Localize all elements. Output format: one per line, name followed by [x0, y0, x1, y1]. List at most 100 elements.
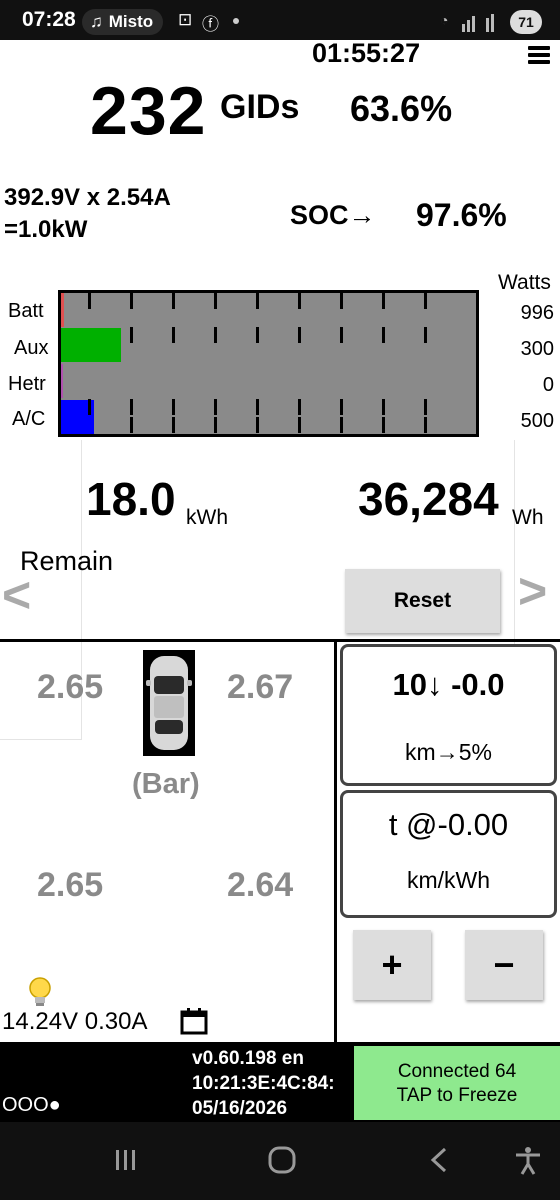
chevron-right-icon[interactable]: > — [518, 562, 547, 620]
chart-tick — [298, 293, 301, 309]
chevron-left-icon[interactable]: < — [2, 566, 31, 624]
remain-kwh-value: 18.0 — [86, 473, 176, 525]
chart-tick — [298, 327, 301, 343]
menu-icon[interactable] — [528, 46, 550, 64]
soc-label: SOC→ — [290, 200, 376, 230]
tire-rear-right: 2.64 — [227, 866, 294, 904]
facebook-icon: ⓕ — [202, 15, 219, 34]
total-wh-value: 36,284 — [358, 473, 499, 525]
date-label: 05/16/2026 — [192, 1098, 288, 1119]
watts-hetr: 0 — [542, 374, 554, 396]
plus-button[interactable]: + — [353, 930, 431, 1000]
media-pill[interactable]: ♫ Misto — [82, 9, 164, 35]
light-bulb-icon — [28, 976, 52, 1010]
load-bar-chart — [58, 290, 479, 437]
chart-tick — [256, 417, 259, 433]
range-value: 10↓ -0.0 — [392, 667, 505, 702]
chart-tick — [382, 417, 385, 433]
back-icon[interactable] — [428, 1146, 450, 1174]
chart-tick — [130, 293, 133, 309]
efficiency-unit: km/kWh — [406, 867, 491, 893]
chart-tick — [214, 293, 217, 309]
chart-tick — [340, 417, 343, 433]
chart-tick — [172, 327, 175, 343]
total-wh-unit: Wh — [512, 506, 544, 529]
reset-button[interactable]: Reset — [345, 569, 500, 633]
efficiency-panel[interactable]: t @-0.00 km/kWh — [340, 790, 557, 918]
chart-tick — [130, 399, 133, 415]
row-label-batt: Batt — [8, 300, 44, 322]
chart-tick — [424, 327, 427, 343]
chart-tick — [340, 399, 343, 415]
music-note-icon: ♫ — [90, 12, 103, 31]
chart-tick — [382, 399, 385, 415]
connected-status: Connected 64 — [397, 1061, 517, 1082]
chart-tick — [214, 399, 217, 415]
divider-vertical — [334, 640, 337, 1042]
gids-percent: 63.6% — [350, 88, 453, 129]
efficiency-value: t @-0.00 — [388, 807, 509, 842]
status-time: 07:28 — [22, 8, 76, 31]
remain-kwh-unit: kWh — [186, 506, 228, 529]
chart-tick — [214, 417, 217, 433]
notification-dot-icon — [233, 18, 239, 24]
chart-tick — [256, 293, 259, 309]
chart-tick — [256, 327, 259, 343]
watts-aux: 300 — [520, 338, 554, 360]
version-label: v0.60.198 en — [192, 1048, 304, 1069]
chart-tick — [172, 293, 175, 309]
chart-tick — [130, 417, 133, 433]
chart-tick — [256, 399, 259, 415]
remain-label: Remain — [20, 546, 114, 576]
screenshot-icon: ⊡ — [178, 10, 193, 29]
watts-batt: 996 — [520, 302, 554, 324]
chart-tick — [298, 417, 301, 433]
chart-tick — [424, 399, 427, 415]
row-label-aux: Aux — [14, 337, 49, 359]
chart-tick — [340, 327, 343, 343]
recent-apps-icon[interactable] — [114, 1148, 138, 1172]
range-panel[interactable]: 10↓ -0.0 km→5% — [340, 644, 557, 786]
hetr-bar — [61, 364, 63, 398]
divider-horizontal — [0, 639, 560, 642]
watts-ac: 500 — [520, 410, 554, 432]
media-label: Misto — [108, 12, 154, 31]
watts-header: Watts — [498, 271, 551, 294]
mac-address: 10:21:3E:4C:84: — [192, 1073, 335, 1094]
calendar-icon[interactable] — [180, 1007, 208, 1035]
status-bar: 07:28 ♫ Misto ⊡ ⓕ ◔ 71 — [0, 0, 560, 40]
tap-to-freeze: TAP to Freeze — [396, 1085, 518, 1106]
chart-tick — [214, 327, 217, 343]
battery-icon: 71 — [510, 10, 542, 34]
chart-tick — [340, 293, 343, 309]
android-navbar — [0, 1122, 560, 1200]
chart-tick — [382, 293, 385, 309]
aux-bar — [61, 328, 121, 362]
row-label-hetr: Hetr — [8, 373, 46, 395]
chart-tick — [172, 399, 175, 415]
connected-freeze-button[interactable]: Connected 64 TAP to Freeze — [354, 1046, 560, 1120]
gids-unit: GIDs — [220, 88, 300, 126]
tire-front-left: 2.65 — [37, 668, 104, 706]
connection-indicator: OOO● — [2, 1094, 61, 1116]
chart-tick — [130, 327, 133, 343]
tire-rear-left: 2.65 — [37, 866, 104, 904]
power-kw: =1.0kW — [4, 216, 88, 243]
minus-button[interactable]: − — [465, 930, 543, 1000]
soc-value: 97.6% — [416, 197, 507, 233]
chart-tick — [88, 399, 91, 415]
chart-tick — [298, 399, 301, 415]
clock: 01:55:27 — [312, 38, 421, 68]
chart-tick — [382, 327, 385, 343]
tire-front-right: 2.67 — [227, 668, 294, 706]
chart-tick — [88, 293, 91, 309]
chart-tick — [424, 417, 427, 433]
home-icon[interactable] — [268, 1146, 296, 1174]
accessibility-icon[interactable] — [514, 1146, 542, 1176]
row-label-ac: A/C — [12, 408, 46, 430]
batt-bar — [61, 293, 64, 327]
chart-tick — [172, 417, 175, 433]
power-voltage-current: 392.9V x 2.54A — [4, 184, 171, 211]
aux-battery-reading: 14.24V 0.30A — [2, 1008, 148, 1035]
car-icon — [143, 650, 195, 756]
